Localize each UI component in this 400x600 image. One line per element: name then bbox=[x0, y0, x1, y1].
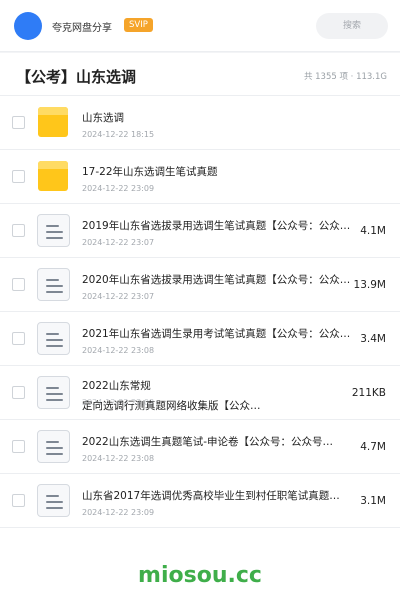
page-title: 【公考】山东选调 bbox=[16, 68, 137, 86]
file-date: 2024-12-22 23:08 bbox=[82, 454, 155, 463]
folder-icon bbox=[38, 107, 68, 137]
file-date: 2024-12-22 23:07 bbox=[82, 238, 155, 247]
file-panel: 【公考】山东选调 共 1355 项 · 113.1G 山东选调 2024-12-… bbox=[0, 53, 400, 600]
list-item[interactable]: 2021年山东省选调生录用考试笔试真题【公众号：公众号… 2024-12-22 … bbox=[0, 312, 400, 366]
document-icon bbox=[37, 214, 70, 247]
select-checkbox[interactable] bbox=[12, 332, 25, 345]
file-size: 3.4M bbox=[360, 333, 386, 345]
file-date: 2024-12-22 23:09 bbox=[82, 184, 155, 193]
list-item[interactable]: 山东选调 2024-12-22 18:15 bbox=[0, 96, 400, 150]
file-date: 2024-12-22 23:09 bbox=[82, 508, 155, 517]
file-name: 山东选调 bbox=[82, 112, 124, 124]
app-header: 夸克网盘分享 SVIP 搜索 bbox=[0, 0, 400, 52]
file-name: 2021年山东省选调生录用考试笔试真题【公众号：公众号… bbox=[82, 328, 352, 340]
file-date: 2024-12-22 18:15 bbox=[82, 130, 155, 139]
file-name-line-1: 2022山东常规 bbox=[82, 380, 151, 392]
file-list: 山东选调 2024-12-22 18:15 17-22年山东选调生笔试真题 20… bbox=[0, 96, 400, 528]
svip-badge: SVIP bbox=[124, 18, 153, 32]
folder-icon bbox=[38, 161, 68, 191]
user-avatar[interactable] bbox=[14, 12, 42, 40]
file-name-line-2: 定向选调行测真题网络收集版【公众… bbox=[82, 400, 261, 412]
list-item[interactable]: 2020年山东省选拔录用选调生笔试真题【公众号：公众号… 2024-12-22 … bbox=[0, 258, 400, 312]
select-checkbox[interactable] bbox=[12, 440, 25, 453]
file-name: 2019年山东省选拔录用选调生笔试真题【公众号：公众号… bbox=[82, 220, 352, 232]
select-checkbox[interactable] bbox=[12, 278, 25, 291]
document-icon bbox=[37, 376, 70, 409]
file-name: 2022山东选调生真题笔试-申论卷【公众号：公众号… bbox=[82, 436, 334, 448]
search-input[interactable]: 搜索 bbox=[316, 13, 388, 39]
select-checkbox[interactable] bbox=[12, 224, 25, 237]
file-date: 2024-12-22 23:07 bbox=[82, 292, 155, 301]
select-checkbox[interactable] bbox=[12, 386, 25, 399]
select-checkbox[interactable] bbox=[12, 494, 25, 507]
document-icon bbox=[37, 430, 70, 463]
document-icon bbox=[37, 322, 70, 355]
file-name: 2020年山东省选拔录用选调生笔试真题【公众号：公众号… bbox=[82, 274, 352, 286]
brand-name: 夸克网盘分享 bbox=[52, 23, 112, 34]
list-item[interactable]: 2022山东选调生真题笔试-申论卷【公众号：公众号… 2024-12-22 23… bbox=[0, 420, 400, 474]
document-icon bbox=[37, 484, 70, 517]
file-size: 211KB bbox=[351, 387, 386, 399]
list-item[interactable]: 2024-12-22 23:08 2022山东常规 定向选调行测真题网络收集版【… bbox=[0, 366, 400, 420]
file-name: 2022山东常规 定向选调行测真题网络收集版【公众… bbox=[82, 376, 352, 416]
file-name: 山东省2017年选调优秀高校毕业生到村任职笔试真题… bbox=[82, 490, 340, 502]
document-icon bbox=[37, 268, 70, 301]
file-size: 3.1M bbox=[360, 495, 386, 507]
folder-stats: 共 1355 项 · 113.1G bbox=[303, 72, 387, 82]
list-item[interactable]: 山东省2017年选调优秀高校毕业生到村任职笔试真题… 2024-12-22 23… bbox=[0, 474, 400, 528]
select-checkbox[interactable] bbox=[12, 116, 25, 129]
file-size: 4.7M bbox=[360, 441, 386, 453]
file-name: 17-22年山东选调生笔试真题 bbox=[82, 166, 218, 178]
site-watermark: miosou.cc bbox=[138, 563, 262, 588]
select-checkbox[interactable] bbox=[12, 170, 25, 183]
file-date: 2024-12-22 23:08 bbox=[82, 346, 155, 355]
folder-header: 【公考】山东选调 共 1355 项 · 113.1G bbox=[0, 53, 400, 96]
file-size: 13.9M bbox=[353, 279, 386, 291]
list-item[interactable]: 2019年山东省选拔录用选调生笔试真题【公众号：公众号… 2024-12-22 … bbox=[0, 204, 400, 258]
file-size: 4.1M bbox=[360, 225, 386, 237]
list-item[interactable]: 17-22年山东选调生笔试真题 2024-12-22 23:09 bbox=[0, 150, 400, 204]
